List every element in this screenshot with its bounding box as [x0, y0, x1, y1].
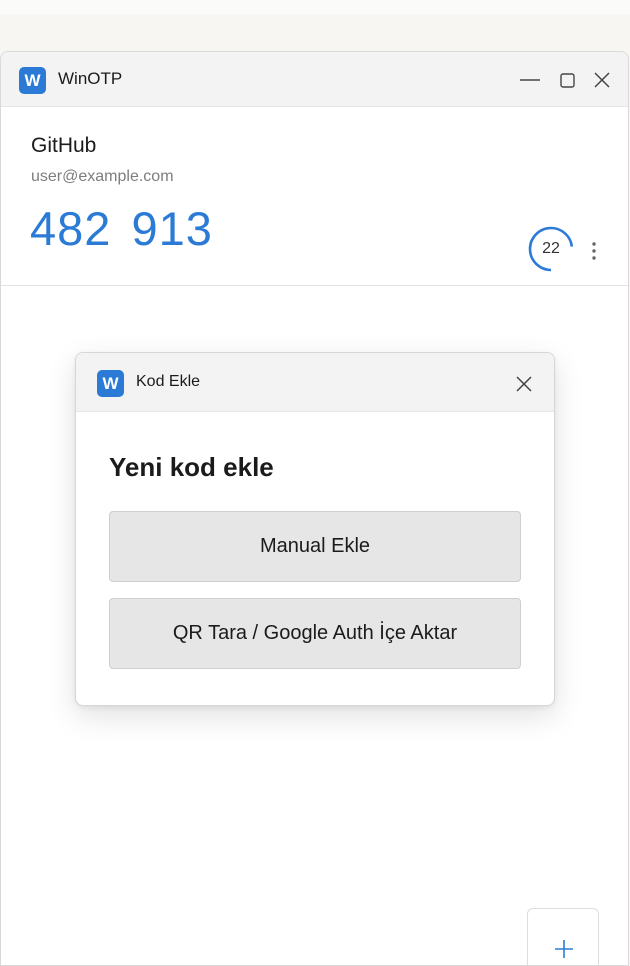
otp-entry[interactable]: GitHub user@example.com 482 913 22: [1, 107, 628, 286]
maximize-icon: [560, 73, 575, 88]
close-icon: [516, 376, 532, 392]
plus-icon: [555, 940, 573, 958]
otp-code[interactable]: 482 913: [30, 201, 213, 256]
countdown-timer: 22: [527, 225, 575, 273]
minimize-button[interactable]: [515, 65, 545, 95]
close-window-button[interactable]: [587, 65, 617, 95]
add-code-button[interactable]: [527, 908, 599, 965]
account-email: user@example.com: [31, 168, 174, 185]
dialog-heading: Yeni kod ekle: [109, 452, 274, 482]
window-titlebar[interactable]: W WinOTP: [1, 52, 628, 107]
dialog-logo: W: [97, 370, 124, 397]
timer-seconds: 22: [542, 240, 560, 257]
more-options-button[interactable]: [583, 238, 605, 264]
maximize-button[interactable]: [552, 65, 582, 95]
manual-add-button[interactable]: Manual Ekle: [109, 511, 521, 582]
app-logo: W: [19, 67, 46, 94]
minimize-icon: [520, 79, 540, 81]
background-strip: [0, 0, 630, 14]
dialog-title: Kod Ekle: [136, 373, 201, 390]
service-name: GitHub: [31, 134, 97, 157]
dialog-close-button[interactable]: [512, 372, 536, 396]
dialog-titlebar[interactable]: W Kod Ekle: [76, 353, 554, 412]
close-icon: [594, 72, 610, 88]
window-title: WinOTP: [58, 69, 123, 88]
add-code-dialog: W Kod Ekle Yeni kod ekle Manual Ekle QR …: [75, 352, 555, 706]
more-vertical-icon: [592, 242, 596, 260]
qr-import-button[interactable]: QR Tara / Google Auth İçe Aktar: [109, 598, 521, 669]
